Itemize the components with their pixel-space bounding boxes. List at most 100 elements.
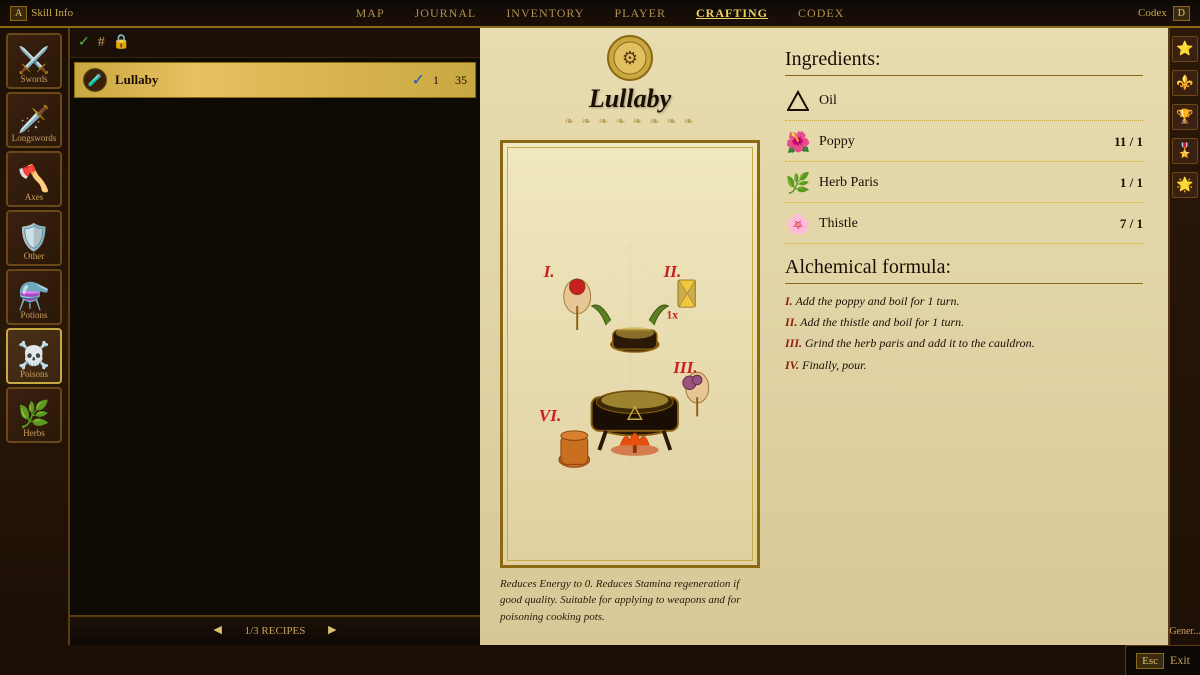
recipe-list: 🧪 Lullaby ✓ 1 35 — [70, 58, 480, 615]
sidebar-item-longswords[interactable]: 🗡️ Longswords — [6, 92, 62, 148]
bottom-exit-bar: Esc Exit — [1125, 645, 1200, 675]
svg-text:1x: 1x — [666, 309, 678, 321]
codex-label: Codex — [1138, 7, 1167, 19]
formula-step-1-num: I. — [785, 294, 793, 308]
right-panel-inner: ⚙ Lullaby ❧ ❧ ❧ ❧ ❧ ❧ ❧ ❧ I. — [480, 28, 1168, 645]
formula-step-4-text: Finally, pour. — [802, 358, 866, 372]
codex-key[interactable]: D — [1173, 6, 1190, 21]
recipe-info: Ingredients: Oil 🌺 Poppy 11 / 1 — [770, 38, 1158, 635]
recipe-item-count: 1 — [433, 73, 439, 88]
right-sidebar-item-1[interactable]: ⭐ — [1172, 36, 1198, 62]
potions-label: Potions — [20, 310, 47, 320]
recipe-item-name: Lullaby — [115, 72, 412, 88]
ingredient-name-oil: Oil — [819, 93, 1143, 109]
illustration-box: I. II. 1x VI. — [500, 140, 760, 568]
title-medallion-icon: ⚙ — [605, 33, 655, 83]
ingredient-count-herb-paris: 1 / 1 — [1120, 175, 1143, 191]
sidebar-item-swords[interactable]: ⚔️ Swords — [6, 33, 62, 89]
esc-key[interactable]: Esc — [1136, 653, 1164, 669]
svg-text:II.: II. — [663, 262, 682, 281]
axes-icon: 🪓 — [18, 166, 50, 192]
filter-lock-icon[interactable]: 🔒 — [113, 34, 130, 51]
recipe-description: Reduces Energy to 0. Reduces Stamina reg… — [500, 576, 760, 626]
ingredient-name-thistle: Thistle — [819, 216, 1120, 232]
formula-step-3-num: III. — [785, 336, 802, 350]
formula-step-3: III. Grind the herb paris and add it to … — [785, 334, 1143, 353]
poisons-label: Poisons — [20, 369, 48, 379]
svg-text:VI.: VI. — [539, 406, 562, 425]
right-scroll-sidebar: ⭐ ⚜️ 🏆 🎖️ 🌟 Gener... — [1168, 28, 1200, 645]
other-label: Other — [24, 251, 45, 261]
swords-icon: ⚔️ — [18, 48, 50, 74]
filter-hash-icon[interactable]: # — [98, 35, 105, 51]
pagination-label: 1/3 RECIPES — [245, 625, 306, 637]
formula-title: Alchemical formula: — [785, 256, 1143, 284]
recipe-cauldron-svg: I. II. 1x VI. — [520, 234, 740, 474]
recipe-item-price: 35 — [455, 73, 467, 88]
ingredient-row-thistle: 🌸 Thistle 7 / 1 — [785, 211, 1143, 244]
main-layout: ⚔️ Swords 🗡️ Longswords 🪓 Axes 🛡️ Other … — [0, 28, 1200, 645]
right-sidebar-item-3[interactable]: 🏆 — [1172, 104, 1198, 130]
sidebar-item-herbs[interactable]: 🌿 Herbs — [6, 387, 62, 443]
top-nav: A Skill Info MAP JOURNAL INVENTORY PLAYE… — [0, 0, 1200, 28]
skill-key[interactable]: A — [10, 6, 27, 21]
nav-codex[interactable]: CODEX — [798, 6, 844, 21]
filter-craftable-icon[interactable]: ✓ — [78, 34, 90, 51]
table-row[interactable]: 🧪 Lullaby ✓ 1 35 — [74, 62, 476, 98]
formula-step-4: IV. Finally, pour. — [785, 356, 1143, 375]
poisons-icon: ☠️ — [18, 343, 50, 369]
right-sidebar-item-5[interactable]: 🌟 — [1172, 172, 1198, 198]
nav-skill-info: A Skill Info — [10, 6, 73, 21]
skill-info-label: Skill Info — [31, 7, 73, 19]
exit-label: Exit — [1170, 653, 1190, 668]
recipe-item-icon: 🧪 — [83, 68, 107, 92]
bottom-bar: ◄ 1/3 RECIPES ► — [70, 615, 480, 645]
sidebar-item-poisons[interactable]: ☠️ Poisons — [6, 328, 62, 384]
formula-step-1-text: Add the poppy and boil for 1 turn. — [795, 294, 959, 308]
formula-step-2: II. Add the thistle and boil for 1 turn. — [785, 313, 1143, 332]
formula-step-2-text: Add the thistle and boil for 1 turn. — [800, 315, 964, 329]
herbs-icon: 🌿 — [18, 402, 50, 428]
ingredient-row-poppy: 🌺 Poppy 11 / 1 — [785, 129, 1143, 162]
sidebar-item-potions[interactable]: ⚗️ Potions — [6, 269, 62, 325]
right-panel: ⚙ Lullaby ❧ ❧ ❧ ❧ ❧ ❧ ❧ ❧ I. — [480, 28, 1200, 645]
longswords-icon: 🗡️ — [18, 107, 50, 133]
ingredient-name-poppy: Poppy — [819, 134, 1114, 150]
nav-inventory[interactable]: INVENTORY — [506, 6, 584, 21]
svg-text:I.: I. — [543, 262, 555, 281]
formula-step-2-num: II. — [785, 315, 797, 329]
right-sidebar-label: Gener... — [1169, 626, 1200, 637]
nav-crafting[interactable]: CRAFTING — [696, 6, 768, 21]
nav-journal[interactable]: JOURNAL — [415, 6, 477, 21]
sidebar-item-axes[interactable]: 🪓 Axes — [6, 151, 62, 207]
nav-map[interactable]: MAP — [356, 6, 385, 21]
longswords-label: Longswords — [12, 133, 57, 143]
formula-step-4-num: IV. — [785, 358, 799, 372]
ingredient-count-poppy: 11 / 1 — [1114, 134, 1143, 150]
nav-player[interactable]: PLAYER — [614, 6, 666, 21]
recipe-illustration: ⚙ Lullaby ❧ ❧ ❧ ❧ ❧ ❧ ❧ ❧ I. — [490, 38, 770, 635]
prev-page-button[interactable]: ◄ — [211, 623, 225, 639]
nav-center: MAP JOURNAL INVENTORY PLAYER CRAFTING CO… — [356, 6, 845, 21]
next-page-button[interactable]: ► — [325, 623, 339, 639]
sidebar-item-other[interactable]: 🛡️ Other — [6, 210, 62, 266]
title-ornament: ❧ ❧ ❧ ❧ ❧ ❧ ❧ ❧ — [500, 114, 760, 130]
other-icon: 🛡️ — [18, 225, 50, 251]
formula-step-1: I. Add the poppy and boil for 1 turn. — [785, 292, 1143, 311]
ingredient-row-herb-paris: 🌿 Herb Paris 1 / 1 — [785, 170, 1143, 203]
ingredient-name-herb-paris: Herb Paris — [819, 175, 1120, 191]
recipe-title-area: ⚙ Lullaby ❧ ❧ ❧ ❧ ❧ ❧ ❧ ❧ — [500, 48, 760, 130]
axes-label: Axes — [25, 192, 44, 202]
right-sidebar-item-2[interactable]: ⚜️ — [1172, 70, 1198, 96]
swords-label: Swords — [20, 74, 47, 84]
nav-right: Codex D — [1138, 6, 1190, 21]
right-sidebar-item-4[interactable]: 🎖️ — [1172, 138, 1198, 164]
left-emblems-sidebar: ⚔️ Swords 🗡️ Longswords 🪓 Axes 🛡️ Other … — [0, 28, 70, 645]
potions-icon: ⚗️ — [18, 284, 50, 310]
filter-bar: ✓ # 🔒 — [70, 28, 480, 58]
herb-paris-icon: 🌿 — [785, 170, 811, 196]
center-panel: ✓ # 🔒 🧪 Lullaby ✓ 1 35 ◄ 1/3 RECIPES ► — [70, 28, 480, 645]
herbs-label: Herbs — [23, 428, 45, 438]
formula-step-3-text: Grind the herb paris and add it to the c… — [805, 336, 1035, 350]
svg-text:⚙: ⚙ — [622, 48, 638, 68]
